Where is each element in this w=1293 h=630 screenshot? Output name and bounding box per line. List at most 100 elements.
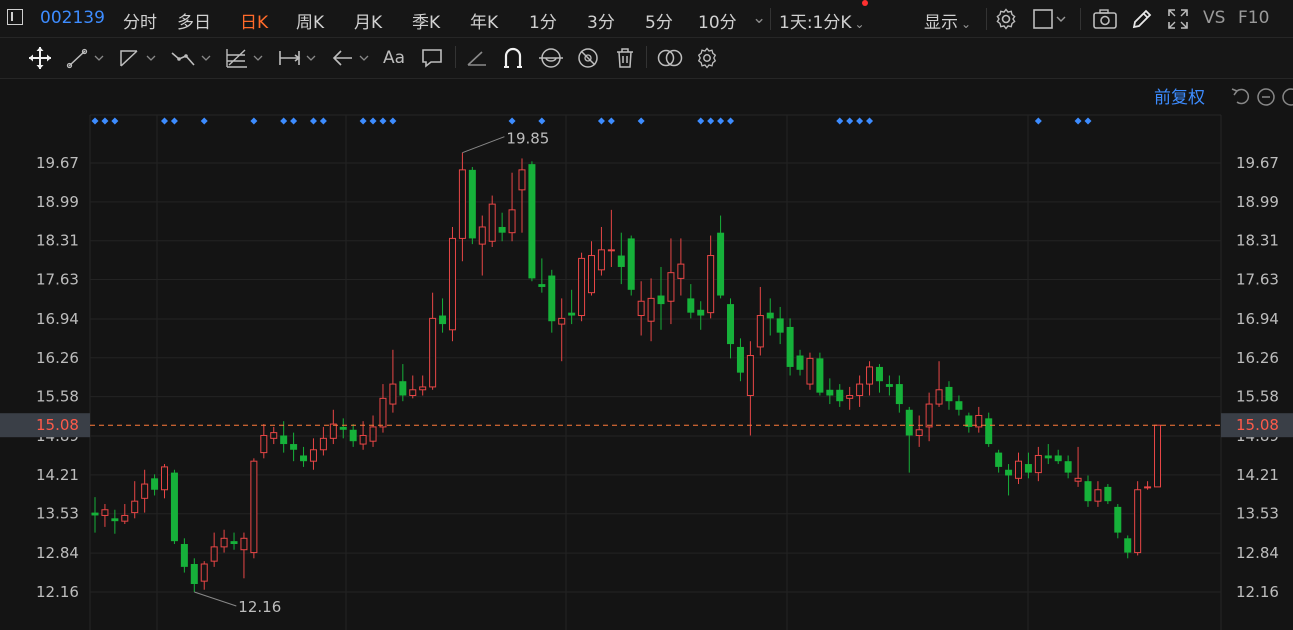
polyline-icon[interactable] <box>118 45 160 71</box>
drawing-toolbar: Aa <box>0 38 1293 79</box>
trend-wave-icon[interactable] <box>170 45 216 71</box>
settings-icon[interactable] <box>695 45 719 71</box>
period-tab-1min[interactable]: 1分 <box>529 8 557 33</box>
period-tab-year-k[interactable]: 年K <box>470 8 498 33</box>
period-tab-3min[interactable]: 3分 <box>587 8 615 33</box>
y-tick-label-right: 16.94 <box>1236 310 1279 328</box>
candle-body-down <box>439 315 447 325</box>
period-tab-10min[interactable]: 10分 <box>698 8 737 33</box>
angle-icon[interactable] <box>465 45 489 71</box>
candle-body-down <box>568 312 576 316</box>
period-tab-season-k[interactable]: 季K <box>412 8 440 33</box>
candle-body-up <box>131 500 139 514</box>
move-icon[interactable] <box>27 45 53 71</box>
candle-body-up <box>309 449 317 462</box>
y-tick-label-right: 13.53 <box>1236 505 1279 523</box>
candle-body-down <box>717 232 725 296</box>
candle-body-down <box>339 426 347 430</box>
kline-chart[interactable]: 19.6718.9918.3117.6316.9416.2615.5814.89… <box>0 79 1293 630</box>
candle-body-up <box>677 263 685 279</box>
candle-body-down <box>280 435 288 445</box>
compare-icon[interactable] <box>656 45 684 71</box>
text-tool-button[interactable]: Aa <box>383 45 405 71</box>
candle-body-down <box>816 358 824 393</box>
top-bar: 002139 分时 多日 日K 周K 月K 季K 年K 1分 3分 5分 10分… <box>0 0 1293 38</box>
candle-body-up <box>607 249 615 252</box>
camera-icon[interactable] <box>1092 6 1118 32</box>
measure-range-icon[interactable] <box>277 45 321 71</box>
candle-body-up <box>429 317 437 388</box>
candle-body-up <box>319 437 327 451</box>
candle-body-down <box>300 455 308 462</box>
fullscreen-icon[interactable] <box>1166 6 1190 32</box>
candle-body-up <box>270 432 278 439</box>
vs-button[interactable]: VS <box>1203 8 1225 28</box>
candle-body-down <box>895 384 903 405</box>
candle-body-up <box>379 397 387 428</box>
candle-body-down <box>786 326 794 367</box>
candle-body-down <box>627 238 635 290</box>
period-tab-5min[interactable]: 5分 <box>645 8 673 33</box>
candle-body-up <box>329 423 337 439</box>
magnet-icon[interactable] <box>501 45 525 71</box>
hide-drawings-icon[interactable] <box>575 45 601 71</box>
candle-body-up <box>359 434 367 445</box>
candle-body-down <box>617 255 625 267</box>
candle-body-up <box>578 257 586 317</box>
candle-body-down <box>657 295 665 305</box>
candle-body-down <box>776 318 784 333</box>
y-tick-label-left: 13.53 <box>36 505 79 523</box>
candle-body-up <box>647 297 655 322</box>
candle-body-up <box>707 255 715 314</box>
more-periods-dropdown[interactable]: 1天:1分K ⌄ <box>779 8 865 33</box>
f10-button[interactable]: F10 <box>1238 8 1269 28</box>
lock-drawings-icon[interactable] <box>537 45 565 71</box>
adjust-mode-label[interactable]: 前复权 <box>1154 88 1205 108</box>
period-more-chevron-icon[interactable]: ⌄ <box>752 8 766 28</box>
line-segment-icon[interactable] <box>66 45 108 71</box>
candle-body-down <box>190 564 198 585</box>
fibonacci-icon[interactable] <box>224 45 268 71</box>
display-dropdown[interactable]: 显示 ⌄ <box>924 8 971 33</box>
y-tick-label-left: 15.58 <box>36 388 79 406</box>
candle-body-up <box>250 460 258 554</box>
candle-body-down <box>1005 469 1013 476</box>
candle-body-down <box>697 309 705 316</box>
period-tab-week-k[interactable]: 周K <box>296 8 324 33</box>
chevron-down-icon: ⌄ <box>854 17 865 31</box>
candle-body-down <box>945 386 953 402</box>
square-shape-icon[interactable] <box>1032 6 1068 32</box>
candle-body-up <box>1154 424 1162 488</box>
candle-body-down <box>766 312 774 319</box>
notification-dot <box>862 0 868 6</box>
period-tab-fenshi[interactable]: 分时 <box>123 8 157 33</box>
candle-body-up <box>935 389 943 405</box>
candle-body-up <box>478 226 486 245</box>
current-price-label-left: 15.08 <box>36 416 79 434</box>
candle-body-down <box>170 472 178 542</box>
candle-body-up <box>419 386 427 391</box>
sidebar-toggle-icon[interactable] <box>7 9 23 25</box>
y-tick-label-right: 14.21 <box>1236 466 1279 484</box>
trash-icon[interactable] <box>613 45 637 71</box>
divider <box>770 8 771 30</box>
candle-body-down <box>875 366 883 382</box>
candle-body-down <box>498 226 506 233</box>
gear-icon[interactable] <box>994 6 1018 32</box>
period-tab-month-k[interactable]: 月K <box>354 8 382 33</box>
y-tick-label-right: 16.26 <box>1236 349 1279 367</box>
arrow-left-icon[interactable] <box>331 45 375 71</box>
stock-code[interactable]: 002139 <box>40 8 105 28</box>
candle-body-up <box>1034 454 1042 474</box>
candle-body-up <box>637 300 645 317</box>
period-tab-day-k[interactable]: 日K <box>240 8 268 33</box>
candle-body-down <box>687 298 695 313</box>
low-price-label: 12.16 <box>238 598 281 616</box>
candle-body-down <box>995 452 1003 467</box>
pencil-icon[interactable] <box>1130 6 1154 32</box>
comment-icon[interactable] <box>420 45 444 71</box>
candle-body-down <box>727 304 735 345</box>
candle-body-up <box>260 434 268 454</box>
period-tab-duori[interactable]: 多日 <box>177 8 211 33</box>
y-tick-label-right: 18.31 <box>1236 232 1279 250</box>
